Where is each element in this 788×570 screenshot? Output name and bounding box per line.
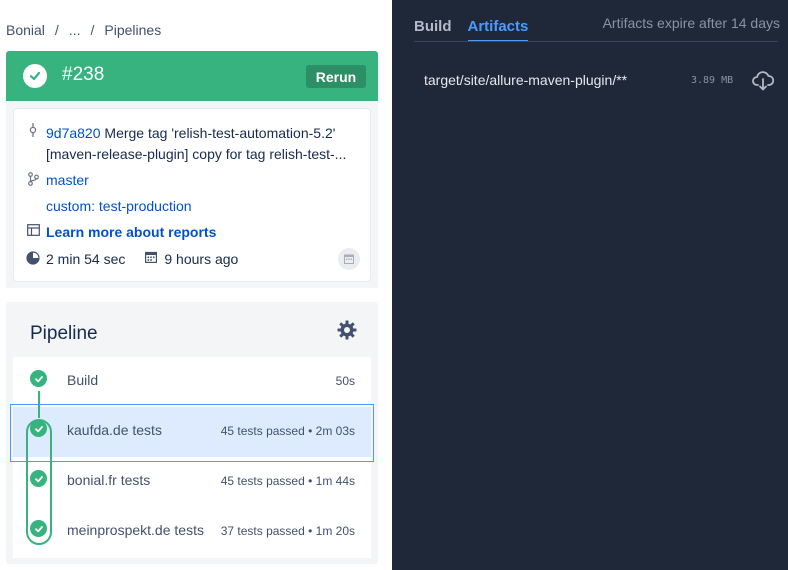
pipeline-name-link[interactable]: custom: test-production — [46, 198, 192, 214]
artifact-path: target/site/allure-maven-plugin/** — [424, 72, 628, 88]
pipeline-step-selected[interactable]: kaufda.de tests 45 tests passed • 2m 03s — [13, 407, 371, 457]
step-info: 45 tests passed • 1m 44s — [220, 474, 355, 488]
clock-icon — [26, 251, 40, 268]
pipeline-steps-list: Build 50s kaufda.de tests 45 tests passe… — [13, 357, 371, 558]
breadcrumb-ellipsis[interactable]: ... — [69, 22, 81, 38]
tab-divider — [414, 41, 778, 42]
step-name: Build — [67, 372, 99, 388]
check-icon — [30, 370, 47, 387]
learn-more-reports-link[interactable]: Learn more about reports — [46, 224, 216, 240]
report-icon — [26, 224, 40, 239]
commit-message: 9d7a820 Merge tag 'relish-test-automatio… — [46, 123, 351, 165]
step-info: 45 tests passed • 2m 03s — [220, 424, 355, 438]
step-name: meinprospekt.de tests — [67, 522, 204, 538]
left-panel: Bonial / ... / Pipelines #238 Rerun 9d7a… — [0, 0, 392, 570]
calendar-icon[interactable] — [338, 248, 360, 270]
rerun-button[interactable]: Rerun — [306, 65, 366, 88]
breadcrumb: Bonial / ... / Pipelines — [6, 22, 161, 38]
step-name: kaufda.de tests — [67, 422, 162, 438]
parallel-group-outline — [26, 419, 52, 545]
check-icon — [23, 64, 47, 88]
breadcrumb-project[interactable]: Bonial — [6, 22, 45, 38]
step-info: 50s — [335, 374, 355, 388]
build-status-header: #238 Rerun — [6, 51, 378, 101]
step-info: 37 tests passed • 1m 20s — [220, 524, 355, 538]
build-details-card: 9d7a820 Merge tag 'relish-test-automatio… — [14, 109, 370, 281]
artifact-size: 3.89 MB — [691, 75, 734, 86]
breadcrumb-separator: / — [90, 22, 95, 38]
pipeline-panel: Pipeline Build 50s kaufda.de tests 45 te… — [6, 302, 378, 564]
commit-message-line1: Merge tag 'relish-test-automation-5.2' — [100, 125, 336, 141]
step-connector-line — [38, 391, 40, 418]
build-duration: 2 min 54 sec — [46, 251, 126, 267]
tab-build[interactable]: Build — [414, 18, 452, 42]
branch-icon — [26, 172, 40, 189]
commit-hash-link[interactable]: 9d7a820 — [46, 125, 101, 141]
build-details-container: 9d7a820 Merge tag 'relish-test-automatio… — [6, 101, 378, 288]
commit-message-line2: [maven-release-plugin] copy for tag reli… — [46, 146, 347, 162]
pipeline-step[interactable]: meinprospekt.de tests 37 tests passed • … — [13, 507, 371, 557]
breadcrumb-current[interactable]: Pipelines — [104, 22, 161, 38]
pipeline-title: Pipeline — [30, 323, 98, 344]
cloud-download-icon[interactable] — [752, 70, 775, 92]
build-number: #238 — [62, 64, 105, 85]
pipeline-step[interactable]: bonial.fr tests 45 tests passed • 1m 44s — [13, 457, 371, 507]
step-name: bonial.fr tests — [67, 472, 151, 488]
build-time-ago: 9 hours ago — [164, 251, 239, 267]
commit-icon — [26, 123, 40, 140]
timing-row: 2 min 54 sec 9 hours ago — [26, 251, 238, 268]
tab-bar: Build Artifacts — [414, 18, 529, 42]
calendar-icon — [144, 251, 158, 266]
artifacts-expire-note: Artifacts expire after 14 days — [602, 15, 780, 31]
breadcrumb-separator: / — [54, 22, 59, 38]
gear-icon[interactable] — [337, 320, 357, 340]
tab-artifacts[interactable]: Artifacts — [467, 18, 529, 42]
reports-row: Learn more about reports — [26, 224, 216, 240]
pipeline-step[interactable]: Build 50s — [13, 357, 371, 407]
pipeline-name-row: custom: test-production — [46, 198, 192, 214]
branch-row: master — [26, 172, 89, 189]
branch-link[interactable]: master — [46, 172, 89, 188]
right-panel: Build Artifacts Artifacts expire after 1… — [392, 0, 788, 570]
commit-row: 9d7a820 Merge tag 'relish-test-automatio… — [26, 123, 351, 165]
